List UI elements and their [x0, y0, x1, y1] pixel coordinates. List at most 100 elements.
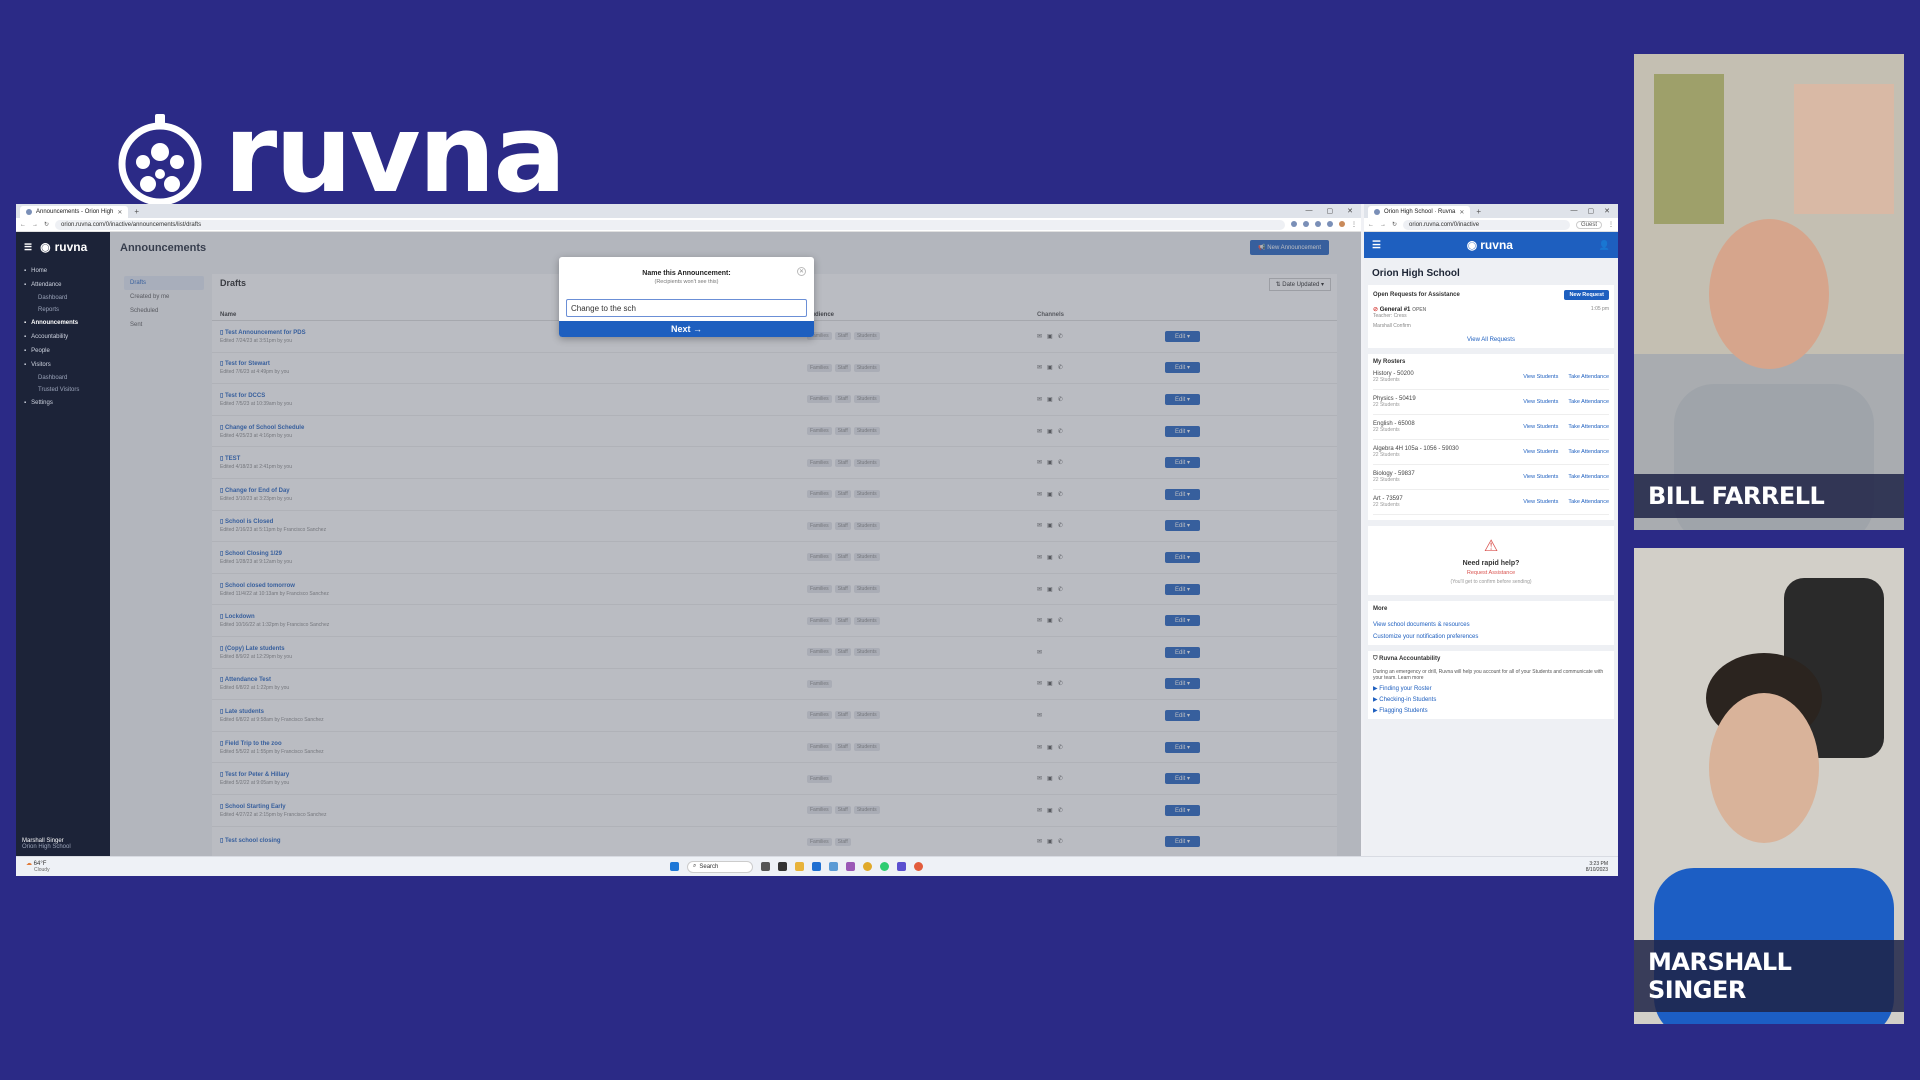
view-students-link[interactable]: View Students: [1523, 449, 1558, 455]
reload-icon[interactable]: ↻: [44, 221, 49, 228]
notification-prefs-link[interactable]: Customize your notification preferences: [1373, 634, 1609, 640]
file-explorer-icon[interactable]: [795, 862, 804, 871]
edge-icon[interactable]: [829, 862, 838, 871]
weather-desc: Cloudy: [34, 867, 50, 873]
windows-start-icon[interactable]: [670, 862, 679, 871]
take-attendance-link[interactable]: Take Attendance: [1568, 474, 1609, 480]
accountability-item[interactable]: ▶ Finding your Roster: [1373, 685, 1609, 692]
sidebar-item[interactable]: ▪ Settings: [16, 396, 110, 410]
request-assistance-link[interactable]: Request Assistance: [1368, 570, 1614, 576]
spotify-icon[interactable]: [880, 862, 889, 871]
tab-announcements[interactable]: Announcements - Orion High ✕: [20, 206, 129, 218]
maximize-icon[interactable]: ▢: [1588, 207, 1595, 215]
accountability-item[interactable]: ▶ Flagging Students: [1373, 707, 1609, 714]
extensions: ⋮: [1291, 221, 1357, 228]
reload-icon[interactable]: ↻: [1392, 221, 1397, 228]
view-students-link[interactable]: View Students: [1523, 374, 1558, 380]
documents-link[interactable]: View school documents & resources: [1373, 622, 1609, 628]
take-attendance-link[interactable]: Take Attendance: [1568, 499, 1609, 505]
extension-icon[interactable]: [1303, 221, 1309, 227]
new-request-button[interactable]: New Request: [1564, 290, 1609, 300]
extension-icon[interactable]: [1291, 221, 1297, 227]
sidebar-item[interactable]: ▪ Attendance: [16, 278, 110, 292]
window-controls: — ▢ ✕: [1571, 207, 1619, 215]
menu-kebab-icon[interactable]: ⋮: [1351, 221, 1357, 228]
sidebar-item-label: Dashboard: [38, 375, 68, 381]
sidebar-user[interactable]: Marshall Singer Orion High School: [22, 838, 71, 850]
extension-icon[interactable]: [1327, 221, 1333, 227]
hamburger-icon[interactable]: ☰: [24, 242, 32, 253]
take-attendance-link[interactable]: Take Attendance: [1568, 399, 1609, 405]
sidebar-item[interactable]: Trusted Visitors: [16, 384, 110, 396]
clock-time: 3:23 PM: [1589, 860, 1608, 867]
system-clock[interactable]: 3:23 PM 8/10/2023: [1586, 861, 1608, 873]
minimize-icon[interactable]: —: [1306, 207, 1313, 215]
teams-icon[interactable]: [897, 862, 906, 871]
close-window-icon[interactable]: ✕: [1347, 207, 1353, 215]
view-students-link[interactable]: View Students: [1523, 399, 1558, 405]
store-icon[interactable]: [812, 862, 821, 871]
maximize-icon[interactable]: ▢: [1327, 207, 1334, 215]
ruvna-small-logo-icon: ◉: [40, 240, 51, 254]
announcement-name-input[interactable]: [566, 299, 807, 317]
back-icon[interactable]: ←: [1368, 222, 1374, 228]
url-field[interactable]: orion.ruvna.com/0/inactive/announcements…: [55, 219, 1285, 230]
close-window-icon[interactable]: ✕: [1604, 207, 1610, 215]
close-tab-icon[interactable]: ✕: [117, 209, 122, 216]
slack-icon[interactable]: [846, 862, 855, 871]
sidebar-item[interactable]: Reports: [16, 304, 110, 316]
roster-actions: View Students Take Attendance: [1523, 374, 1609, 380]
new-tab-icon[interactable]: +: [134, 207, 139, 216]
sidebar-item[interactable]: ▪ Visitors: [16, 358, 110, 372]
guest-profile-button[interactable]: Guest: [1575, 220, 1602, 229]
menu-kebab-icon[interactable]: ⋮: [1608, 221, 1614, 228]
next-button[interactable]: Next →: [559, 321, 814, 337]
minimize-icon[interactable]: —: [1571, 207, 1578, 215]
roster-list: History - 50200 22 Students View Students T…: [1373, 365, 1609, 515]
tab-bar: Announcements - Orion High ✕ + — ▢ ✕: [16, 204, 1361, 218]
sidebar-item[interactable]: Dashboard: [16, 372, 110, 384]
clock-date: 8/10/2023: [1585, 866, 1608, 873]
view-students-link[interactable]: View Students: [1523, 499, 1558, 505]
sidebar: ☰ ◉ ruvna ▪ Home ▪ Attendance Dashboard Repor…: [16, 232, 110, 856]
sidebar-item-label: Announcements: [31, 320, 79, 326]
take-attendance-link[interactable]: Take Attendance: [1568, 449, 1609, 455]
tab-orion-high-school[interactable]: Orion High School · Ruvna ✕: [1368, 206, 1471, 218]
sidebar-item[interactable]: ▪ People: [16, 344, 110, 358]
chrome-profile-icon[interactable]: [914, 862, 923, 871]
terminal-icon[interactable]: [778, 862, 787, 871]
sidebar-item[interactable]: ▪ Announcements: [16, 316, 110, 330]
url-field[interactable]: orion.ruvna.com/0/inactive: [1403, 219, 1570, 230]
rosters-card: My Rosters History - 50200 22 Students Vie…: [1368, 354, 1614, 520]
sidebar-item-label: Home: [31, 268, 48, 274]
modal-close-icon[interactable]: ✕: [797, 267, 806, 276]
forward-icon[interactable]: →: [1380, 222, 1386, 228]
extension-icon[interactable]: [1315, 221, 1321, 227]
shield-icon: ▪: [24, 334, 27, 340]
sidebar-item[interactable]: ▪ Home: [16, 264, 110, 278]
weather-widget[interactable]: ☁ 64°F Cloudy: [16, 860, 50, 873]
profile-avatar-icon[interactable]: [1339, 221, 1345, 227]
request-item[interactable]: ⊘ General #1 OPEN Teacher: Cress Marshal…: [1373, 306, 1609, 329]
view-students-link[interactable]: View Students: [1523, 424, 1558, 430]
ruvna-brand: ruvna: [112, 101, 566, 210]
task-view-icon[interactable]: [761, 862, 770, 871]
sidebar-item[interactable]: ▪ Accountability: [16, 330, 110, 344]
sidebar-item[interactable]: Dashboard: [16, 292, 110, 304]
take-attendance-link[interactable]: Take Attendance: [1568, 424, 1609, 430]
taskbar-search[interactable]: ⌕ Search: [687, 860, 753, 873]
take-attendance-link[interactable]: Take Attendance: [1568, 374, 1609, 380]
back-icon[interactable]: ←: [20, 222, 26, 228]
sidebar-logo[interactable]: ☰ ◉ ruvna: [16, 238, 110, 264]
view-students-link[interactable]: View Students: [1523, 474, 1558, 480]
chrome-icon[interactable]: [863, 862, 872, 871]
request-time: 1:05 pm: [1590, 306, 1609, 312]
new-tab-icon[interactable]: +: [1476, 207, 1481, 216]
accountability-item[interactable]: ▶ Checking-in Students: [1373, 696, 1609, 703]
forward-icon[interactable]: →: [32, 222, 38, 228]
user-icon[interactable]: 👤: [1599, 240, 1610, 251]
rapid-help-card: ⚠ Need rapid help? Request Assistance (Y…: [1368, 526, 1614, 595]
close-tab-icon[interactable]: ✕: [1459, 209, 1464, 216]
view-all-requests-link[interactable]: View All Requests: [1373, 337, 1609, 343]
hamburger-icon[interactable]: ☰: [1372, 240, 1381, 251]
